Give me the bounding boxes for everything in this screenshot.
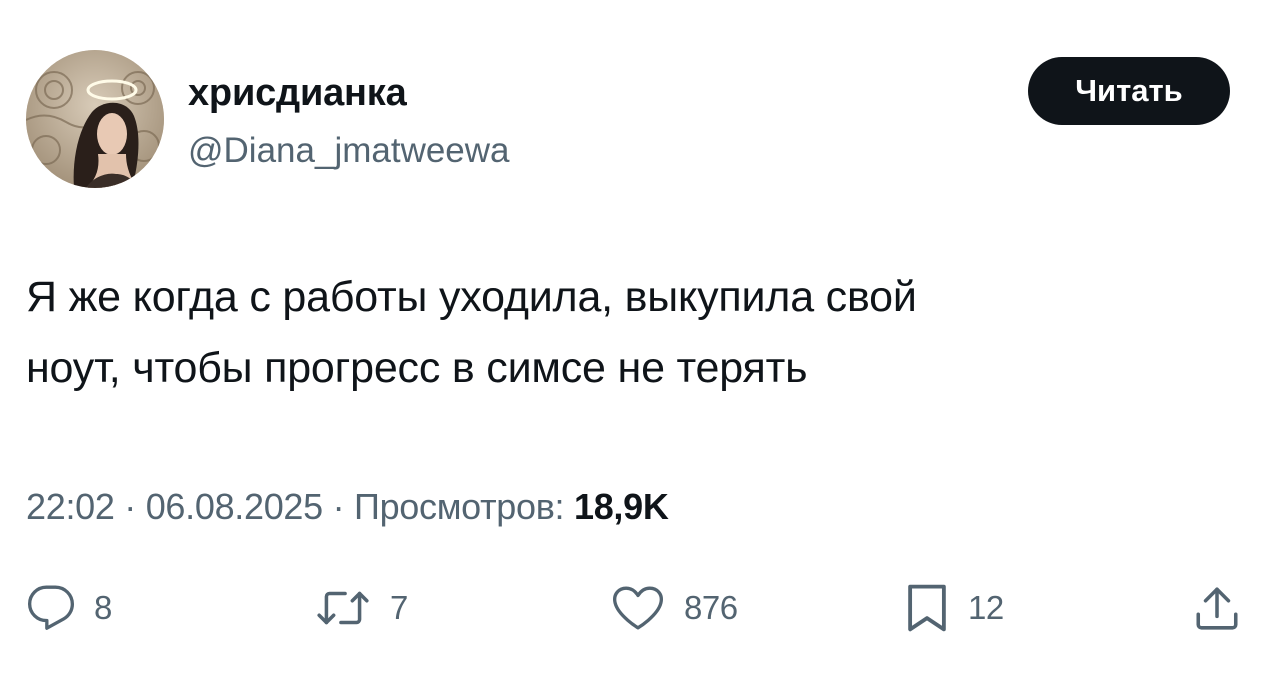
author-handle[interactable]: @Diana_jmatweewa — [188, 128, 510, 174]
speech-bubble-icon — [27, 585, 75, 630]
views-label: Просмотров: — [354, 486, 565, 527]
like-button[interactable]: 876 — [610, 580, 738, 636]
tweet-text-line-1: Я же когда с работы уходила, выкупила св… — [26, 273, 917, 321]
follow-button[interactable]: Читать — [1028, 57, 1230, 125]
tweet-meta: 22:02 · 06.08.2025 · Просмотров: 18,9K — [26, 481, 669, 533]
tweet-text: Я же когда с работы уходила, выкупила св… — [26, 262, 1226, 404]
retweet-count: 7 — [390, 589, 408, 626]
retweet-button[interactable]: 7 — [314, 580, 408, 636]
author-info: хрисдианка @Diana_jmatweewa — [188, 70, 510, 174]
views-count: 18,9K — [573, 486, 669, 527]
tweet-date[interactable]: 06.08.2025 — [146, 486, 323, 527]
tweet-time[interactable]: 22:02 — [26, 486, 115, 527]
heart-icon — [613, 586, 663, 630]
avatar[interactable] — [26, 50, 164, 188]
meta-separator: · — [332, 486, 345, 527]
retweet-arrows-icon — [317, 591, 369, 625]
tweet-text-line-2: ноут, чтобы прогресс в симсе не терять — [26, 344, 808, 392]
tweet-card: хрисдианка @Diana_jmatweewa Читать Я же … — [0, 0, 1280, 695]
share-button[interactable] — [1192, 580, 1242, 636]
avatar-image — [26, 50, 164, 188]
bookmark-button[interactable]: 12 — [904, 580, 1004, 636]
share-upload-icon — [1196, 587, 1238, 630]
bookmark-icon — [908, 584, 946, 632]
author-display-name[interactable]: хрисдианка — [188, 70, 510, 116]
like-count: 876 — [684, 589, 738, 626]
meta-separator: · — [124, 486, 136, 527]
reply-button[interactable]: 8 — [26, 580, 112, 636]
reply-count: 8 — [94, 589, 112, 626]
bookmark-count: 12 — [968, 589, 1004, 626]
